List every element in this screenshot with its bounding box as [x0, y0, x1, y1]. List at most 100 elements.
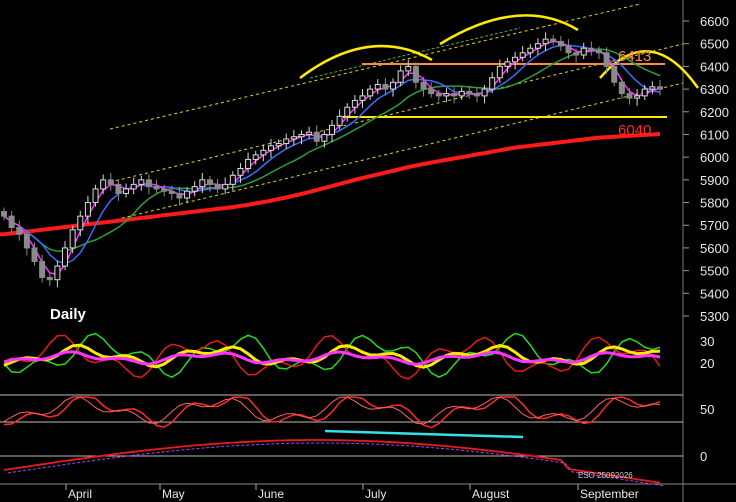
candle-body	[176, 192, 183, 199]
price-tick-label: 6100	[700, 127, 729, 142]
candle-body	[252, 154, 259, 160]
osc-magenta-line	[3, 350, 661, 366]
candle-body	[138, 179, 145, 185]
arc-two	[439, 14, 579, 46]
price-tick-label: 6600	[700, 14, 729, 29]
candle-body	[31, 247, 38, 263]
candle-body	[214, 183, 221, 190]
momentum-signal-line	[7, 442, 665, 487]
month-label: April	[68, 487, 92, 501]
contract-code: ESO 25092026	[578, 471, 633, 480]
candle-body	[496, 65, 503, 79]
candle-body	[428, 88, 435, 95]
oscillator-panel	[3, 332, 661, 380]
candle-body	[519, 52, 526, 58]
candle-body	[23, 233, 30, 249]
candle-body	[184, 190, 191, 199]
candle-body	[611, 65, 618, 83]
candle-body	[145, 179, 152, 188]
level-6040-label: 6040	[618, 122, 651, 139]
candle-body	[634, 95, 641, 99]
candle-body	[557, 40, 564, 47]
period-label: Daily	[50, 306, 87, 323]
candle-body	[344, 106, 351, 117]
price-tick-label: 5500	[700, 264, 729, 279]
price-tick-label: 6400	[700, 59, 729, 74]
price-tick-label: 5300	[700, 309, 729, 324]
candle-body	[512, 56, 519, 63]
candle-body	[298, 133, 305, 138]
candle-body	[397, 70, 404, 83]
candle-body	[435, 93, 442, 97]
momentum-panel	[3, 439, 665, 487]
month-axis: April May June July August September	[65, 484, 639, 501]
candle-body	[420, 81, 427, 90]
blue-ma-line	[3, 44, 661, 265]
candle-body	[443, 93, 450, 97]
price-candles	[1, 32, 663, 288]
candle-body	[534, 43, 541, 49]
candle-body	[580, 47, 587, 56]
price-tick-label: 6500	[700, 37, 729, 52]
candle-body	[283, 138, 290, 145]
candle-body	[77, 215, 84, 231]
candle-body	[618, 81, 625, 95]
candle-body	[92, 188, 99, 204]
price-tick-label: 5600	[700, 241, 729, 256]
candle-body	[382, 84, 389, 90]
candle-body	[451, 93, 458, 97]
candle-body	[527, 47, 534, 54]
osc-tick-20: 20	[700, 356, 714, 371]
month-label: May	[162, 487, 185, 501]
candle-body	[168, 190, 175, 194]
candle-body	[329, 124, 335, 135]
stoch-d-line	[3, 396, 661, 425]
candle-body	[84, 202, 91, 217]
candle-body	[649, 86, 656, 90]
osc-tick-30: 30	[700, 334, 714, 349]
month-label: June	[258, 487, 284, 501]
candle-body	[275, 143, 282, 147]
candle-body	[359, 95, 366, 101]
stock-chart: 6600 6500 6400 6300 6200 6100 6000 5900 5800 5700…	[0, 0, 736, 502]
candle-body	[62, 247, 69, 267]
candle-body	[290, 136, 297, 140]
price-tick-label: 5700	[700, 218, 729, 233]
candle-body	[573, 52, 580, 56]
price-tick-label: 6000	[700, 150, 729, 165]
candle-body	[245, 158, 252, 170]
osc-yellow-line	[3, 343, 661, 369]
candle-body	[626, 93, 633, 99]
month-label: August	[472, 487, 510, 501]
candle-body	[595, 50, 602, 54]
month-label: July	[365, 487, 386, 501]
candle-body	[550, 38, 557, 42]
candle-body	[1, 211, 7, 217]
candle-body	[313, 131, 320, 142]
candle-body	[229, 174, 236, 185]
channel-lower-line	[109, 82, 684, 222]
candle-body	[54, 265, 61, 281]
candle-body	[206, 179, 213, 185]
candle-body	[351, 99, 358, 108]
candle-body	[374, 84, 381, 90]
stoch-tick-50: 50	[700, 402, 714, 417]
price-tick-label: 6200	[700, 105, 729, 120]
candle-body	[222, 183, 229, 190]
candle-body	[405, 65, 412, 72]
price-tick-label: 5900	[700, 173, 729, 188]
momentum-line	[3, 439, 661, 484]
candle-body	[46, 276, 53, 281]
candle-body	[336, 115, 343, 126]
price-tick-label: 5800	[700, 196, 729, 211]
candle-body	[267, 145, 274, 151]
candle-body	[39, 261, 46, 278]
blue-moving-average	[3, 44, 661, 265]
candle-body	[588, 47, 595, 52]
candle-body	[489, 77, 496, 90]
candle-body	[321, 133, 328, 142]
candle-body	[115, 183, 122, 194]
candle-body	[69, 229, 76, 249]
stochastic-panel	[3, 396, 661, 429]
candle-body	[390, 81, 397, 90]
